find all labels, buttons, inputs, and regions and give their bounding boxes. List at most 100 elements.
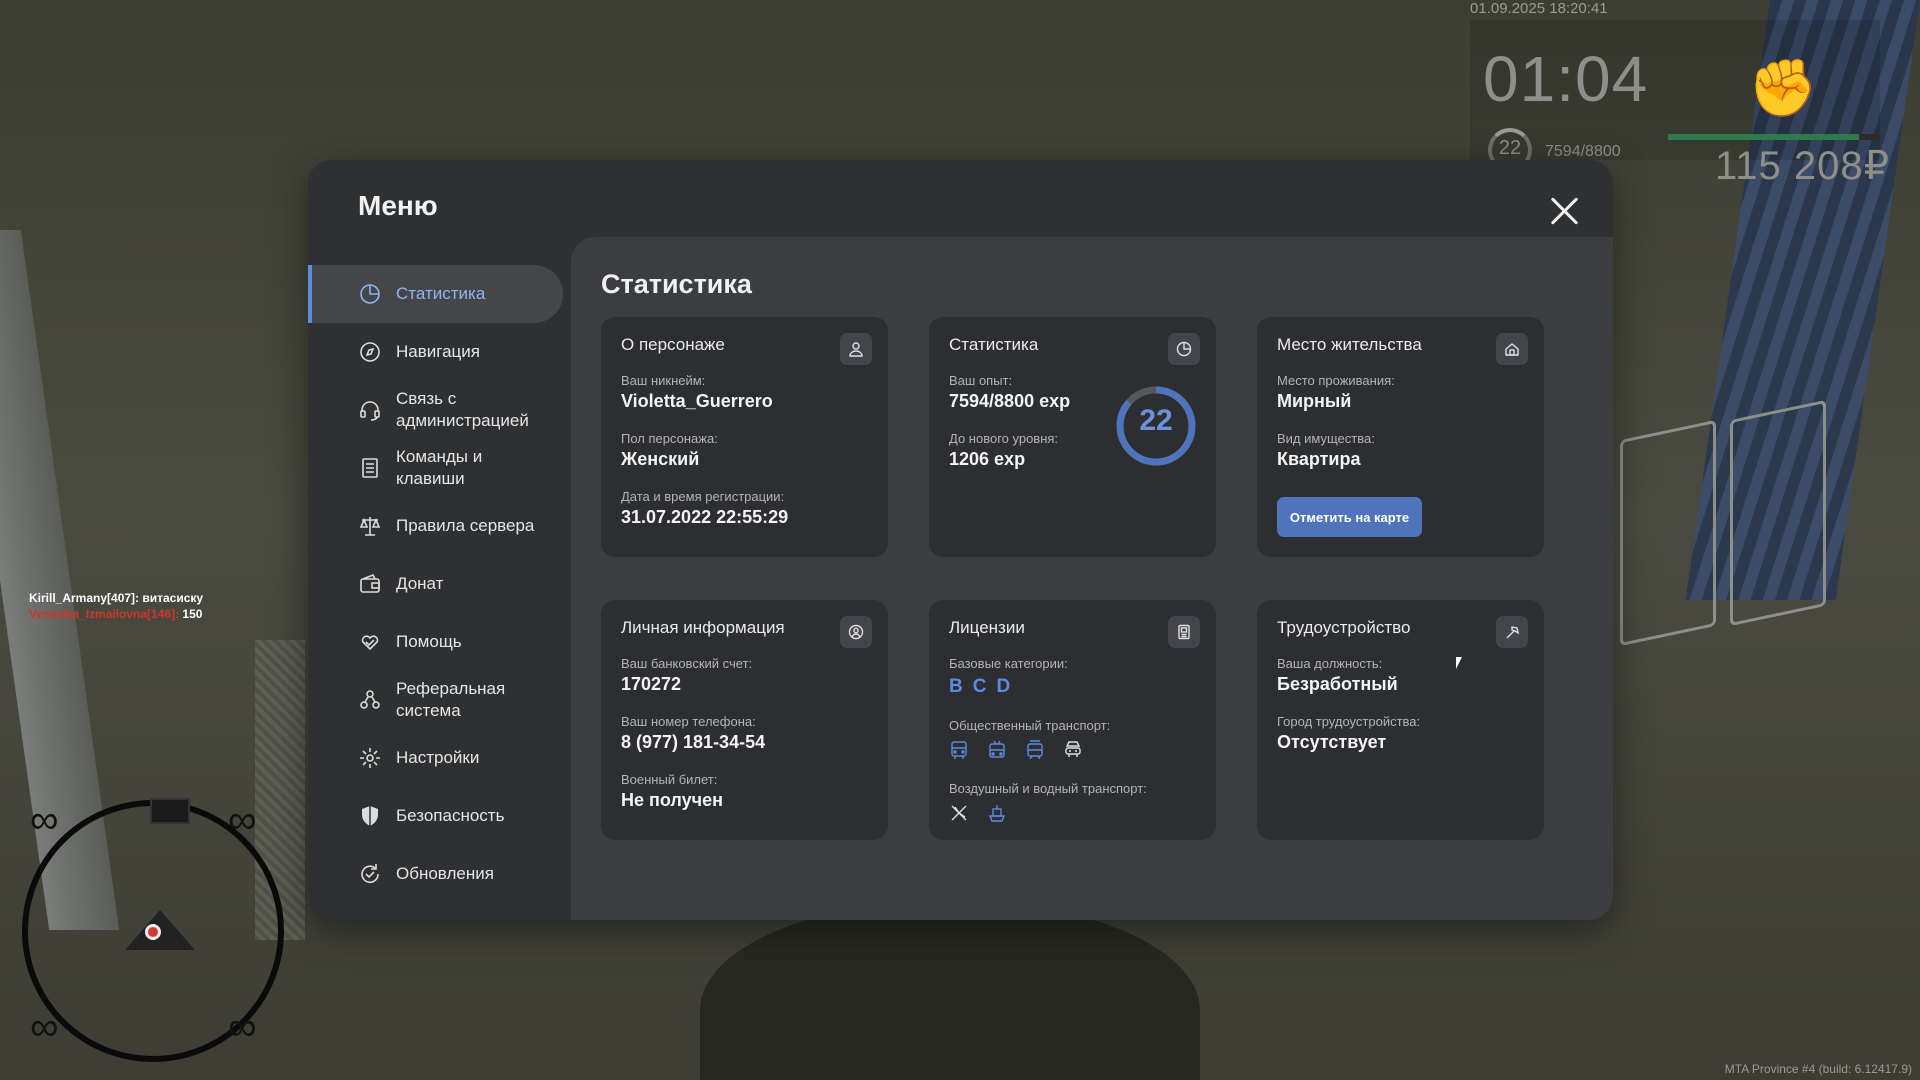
card-title: Место жительства: [1277, 335, 1422, 354]
employment-city-value: Отсутствует: [1277, 732, 1387, 752]
experience-value: 7594/8800 exp: [949, 391, 1071, 411]
sidebar-item-donate[interactable]: Донат: [308, 555, 563, 613]
property-type-value: Квартира: [1277, 449, 1361, 469]
gear-icon: [358, 746, 382, 770]
card-residence: Место жительства Место проживания: Мирны…: [1257, 317, 1544, 557]
card-employment: Трудоустройство Ваша должность: Безработ…: [1257, 600, 1544, 840]
menu-window: Меню Статистика Навигация Связь с админи…: [308, 160, 1613, 920]
boat-icon: [987, 803, 1007, 823]
sidebar-item-security[interactable]: Безопасность: [308, 787, 563, 845]
minimap-ring-icon: ∞: [30, 1005, 59, 1049]
position-label: Ваша должность:: [1277, 656, 1383, 671]
gender-label: Пол персонажа:: [621, 431, 718, 446]
nickname-label: Ваш никнейм:: [621, 373, 706, 388]
scales-icon: [358, 514, 382, 538]
scene-chair: [1730, 399, 1826, 627]
hammer-icon: [1496, 616, 1528, 648]
base-categories-label: Базовые категории:: [949, 656, 1068, 671]
sidebar-item-label: Безопасность: [396, 806, 505, 825]
build-info: MTA Province #4 (build: 6.12417.9): [1724, 1062, 1912, 1076]
hud-money: 115 208₽: [1715, 144, 1891, 188]
sidebar-item-label: Помощь: [396, 632, 462, 651]
headset-icon: [358, 398, 382, 422]
bus-icon: [949, 740, 969, 760]
sidebar-item-label: Статистика: [396, 284, 486, 303]
experience-label: Ваш опыт:: [949, 373, 1013, 388]
mark-on-map-button[interactable]: Отметить на карте: [1277, 497, 1422, 537]
gender-value: Женский: [621, 449, 700, 469]
sidebar-item-statistics[interactable]: Статистика: [308, 265, 563, 323]
registration-value: 31.07.2022 22:55:29: [621, 507, 789, 527]
property-type-label: Вид имущества:: [1277, 431, 1375, 446]
card-statistics: Статистика Ваш опыт: 7594/8800 exp До но…: [929, 317, 1216, 557]
sidebar-item-label: Обновления: [396, 864, 494, 883]
fist-icon: ✊: [1748, 56, 1818, 119]
sidebar-item-label: Связь с администрацией: [396, 389, 529, 430]
player-marker-icon: [145, 924, 161, 940]
sidebar-item-updates[interactable]: Обновления: [308, 845, 563, 903]
next-level-value: 1206 exp: [949, 449, 1026, 469]
level-number: 22: [1139, 404, 1173, 437]
sidebar-item-settings[interactable]: Настройки: [308, 729, 563, 787]
hud-health-bar: [1668, 134, 1880, 140]
menu-title: Меню: [358, 190, 438, 221]
position-value: Безработный: [1277, 674, 1398, 694]
card-title: Трудоустройство: [1277, 618, 1411, 637]
sidebar-item-referral[interactable]: Реферальная система: [308, 671, 563, 729]
employment-city-label: Город трудоустройства:: [1277, 714, 1421, 729]
sidebar-item-help[interactable]: Помощь: [308, 613, 563, 671]
sidebar-item-commands[interactable]: Команды и клавиши: [308, 439, 563, 497]
tram-icon: [1025, 740, 1045, 760]
card-title: О персонаже: [621, 335, 725, 354]
sidebar-item-rules[interactable]: Правила сервера: [308, 497, 563, 555]
wallet-icon: [358, 572, 382, 596]
card-personal-info: Личная информация Ваш банковский счет: 1…: [601, 600, 888, 840]
page-title: Статистика: [601, 269, 752, 299]
sidebar-item-navigation[interactable]: Навигация: [308, 323, 563, 381]
sidebar-item-label: Навигация: [396, 342, 480, 361]
sidebar-item-admin-contact[interactable]: Связь с администрацией: [308, 381, 563, 439]
user-circle-icon: [840, 616, 872, 648]
phone-label: Ваш номер телефона:: [621, 714, 756, 729]
card-title: Личная информация: [621, 618, 785, 637]
registration-label: Дата и время регистрации:: [621, 489, 785, 504]
residence-place-label: Место проживания:: [1277, 373, 1395, 388]
chat-message: витасиску: [139, 591, 204, 605]
chat-box: Kirill_Armany[407]: витасиску Veronika_I…: [29, 590, 203, 622]
bank-account-value: 170272: [621, 674, 682, 694]
military-id-label: Военный билет:: [621, 772, 718, 787]
sidebar-item-label: Правила сервера: [396, 516, 535, 535]
hud-xp: 7594/8800: [1545, 143, 1621, 160]
residence-place-value: Мирный: [1277, 391, 1352, 411]
taxi-icon: [1063, 740, 1083, 760]
statistics-panel: Статистика О персонаже Ваш никнейм: Viol…: [571, 237, 1613, 920]
nickname-value: Violetta_Guerrero: [621, 391, 773, 411]
card-about-character: О персонаже Ваш никнейм: Violetta_Guerre…: [601, 317, 888, 557]
minimap-north-marker: [150, 798, 190, 824]
shield-icon: [358, 804, 382, 828]
close-button[interactable]: [1546, 193, 1582, 229]
chart-pie-icon: [1168, 333, 1200, 365]
sidebar-item-label: Настройки: [396, 748, 480, 767]
user-icon: [840, 333, 872, 365]
trolleybus-icon: [987, 740, 1007, 760]
heart-hand-icon: [358, 630, 382, 654]
hud-datetime: 01.09.2025 18:20:41: [1470, 0, 1608, 17]
chat-author: Kirill_Armany[407]:: [29, 591, 140, 605]
refresh-icon: [358, 862, 382, 886]
air-water-transport-icons: [949, 803, 1007, 823]
minimap-ring-icon: ∞: [30, 798, 59, 842]
air-water-transport-label: Воздушный и водный транспорт:: [949, 781, 1147, 796]
document-icon: [358, 456, 382, 480]
sidebar: Статистика Навигация Связь с администрац…: [308, 265, 563, 903]
compass-icon: [358, 340, 382, 364]
card-licenses: Лицензии Базовые категории: BCD Обществе…: [929, 600, 1216, 840]
base-categories: BCD: [949, 676, 1020, 698]
military-id-value: Не получен: [621, 790, 723, 810]
people-icon: [358, 688, 382, 712]
minimap-ring-icon: ∞: [228, 798, 257, 842]
chart-pie-icon: [358, 282, 382, 306]
phone-value: 8 (977) 181-34-54: [621, 732, 766, 752]
chat-message: 150: [179, 607, 203, 621]
sidebar-item-label: Донат: [396, 574, 444, 593]
